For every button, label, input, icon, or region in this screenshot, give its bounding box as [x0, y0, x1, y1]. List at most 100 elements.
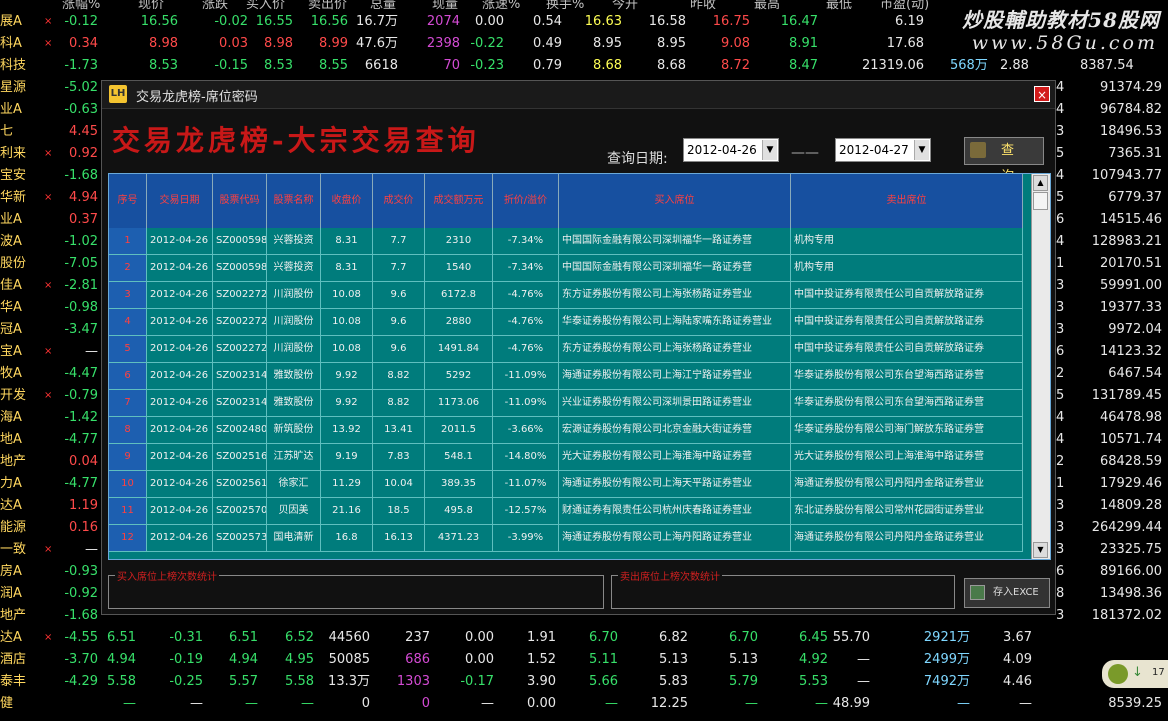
- change-pct: -0.98: [64, 300, 98, 315]
- quote-cell: 8539.25: [1108, 696, 1162, 711]
- stock-name: 星源: [0, 80, 27, 95]
- chevron-down-icon[interactable]: ▼: [762, 140, 777, 160]
- market-cap-value: 20170.51: [1099, 256, 1162, 271]
- date-from-picker[interactable]: 2012-04-26 ▼: [683, 138, 779, 162]
- change-pct: —: [85, 542, 98, 557]
- table-cell: 江苏旷达: [267, 444, 321, 471]
- table-cell: 13.92: [321, 417, 373, 444]
- stock-name: 宝A: [0, 344, 22, 359]
- chevron-down-icon[interactable]: ▼: [914, 140, 929, 160]
- suspended-marker: ×: [44, 148, 53, 159]
- change-pct: -1.02: [64, 234, 98, 249]
- quote-cell: 16.56: [310, 14, 348, 29]
- query-button[interactable]: 查 询: [964, 137, 1044, 184]
- quote-cell: 0.00: [465, 630, 494, 645]
- quote-cell: 16.63: [584, 14, 622, 29]
- table-header-cell[interactable]: 折价/溢价: [493, 174, 559, 228]
- turnover-digit: 3: [1056, 520, 1065, 535]
- market-cap-value: 131789.45: [1091, 388, 1162, 403]
- table-header-cell[interactable]: 序号: [109, 174, 147, 228]
- table-header-cell[interactable]: 成交额万元: [425, 174, 493, 228]
- quote-cell: 0.79: [533, 58, 562, 73]
- turnover-digit: 5: [1056, 388, 1065, 403]
- table-cell: 11.29: [321, 471, 373, 498]
- turnover-digit: 4: [1056, 168, 1065, 183]
- change-pct: -0.63: [64, 102, 98, 117]
- table-header-cell[interactable]: 股票代码: [213, 174, 267, 228]
- quote-cell: 2921万: [923, 630, 970, 645]
- change-pct: —: [85, 344, 98, 359]
- table-cell: 2012-04-26: [147, 525, 213, 552]
- quote-cell: 8.95: [657, 36, 686, 51]
- table-header-cell[interactable]: 卖出席位: [791, 174, 1023, 228]
- quote-cell: 16.47: [780, 14, 818, 29]
- table-cell: 2012-04-26: [147, 390, 213, 417]
- scroll-up-icon[interactable]: ▲: [1033, 175, 1048, 191]
- change-pct: 0.92: [69, 146, 98, 161]
- close-button[interactable]: ×: [1034, 86, 1050, 102]
- scroll-down-icon[interactable]: ▼: [1033, 542, 1048, 558]
- stock-name: 一致: [0, 542, 27, 557]
- scroll-thumb[interactable]: [1033, 192, 1048, 210]
- quote-cell: 1.91: [527, 630, 556, 645]
- quote-cell: 4.95: [285, 652, 314, 667]
- table-header-cell[interactable]: 股票名称: [267, 174, 321, 228]
- change-pct: 1.19: [69, 498, 98, 513]
- table-cell: 2012-04-26: [147, 228, 213, 255]
- table-cell: -7.34%: [493, 255, 559, 282]
- quote-cell: 8.55: [319, 58, 348, 73]
- quote-cell: -0.22: [470, 36, 504, 51]
- search-icon: [970, 142, 986, 158]
- stock-name: 利来: [0, 146, 27, 161]
- table-header-cell[interactable]: 收盘价: [321, 174, 373, 228]
- table-header-cell[interactable]: 买入席位: [559, 174, 791, 228]
- quote-cell: 5.79: [729, 674, 758, 689]
- quote-cell: —: [815, 696, 828, 711]
- market-cap-value: 19377.33: [1099, 300, 1162, 315]
- table-cell: 2: [109, 255, 147, 282]
- table-cell: 9.92: [321, 363, 373, 390]
- market-cap-value: 6467.54: [1108, 366, 1162, 381]
- results-table: 序号 交易日期 股票代码 股票名称 收盘价 成交价 成交额万元 折价/溢价 买入席位 卖出席位 1…: [108, 173, 1051, 560]
- table-cell: 11: [109, 498, 147, 525]
- table-header-cell[interactable]: 交易日期: [147, 174, 213, 228]
- table-cell: 财通证券有限责任公司杭州庆春路证券营业: [559, 498, 791, 525]
- turnover-digit: 6: [1056, 564, 1065, 579]
- sell-seat-stats-box: 卖出席位上榜次数统计: [611, 568, 955, 609]
- table-cell: 9.92: [321, 390, 373, 417]
- quote-cell: 0.03: [219, 36, 248, 51]
- table-cell: 海通证券股份有限公司上海丹阳路证券营业: [559, 525, 791, 552]
- table-cell: 东方证券股份有限公司上海张杨路证券营业: [559, 282, 791, 309]
- table-cell: 2012-04-26: [147, 498, 213, 525]
- quote-cell: 0.00: [527, 696, 556, 711]
- table-cell: 8: [109, 417, 147, 444]
- quote-cell: 1303: [396, 674, 430, 689]
- quote-cell: —: [123, 696, 136, 711]
- quote-cell: -0.15: [214, 58, 248, 73]
- table-cell: SZ002573: [213, 525, 267, 552]
- table-cell: 兴蓉投资: [267, 228, 321, 255]
- quote-cell: 686: [405, 652, 430, 667]
- quote-cell: —: [605, 696, 618, 711]
- vertical-scrollbar[interactable]: ▲ ▼: [1031, 174, 1050, 559]
- stock-name: 开发: [0, 388, 27, 403]
- table-cell: 5: [109, 336, 147, 363]
- block-trade-dialog: LH 交易龙虎榜-席位密码 × 交易龙虎榜-大宗交易查询 查询日期: 2012-…: [101, 80, 1056, 615]
- quote-cell: 0.00: [475, 14, 504, 29]
- change-pct: 4.94: [69, 190, 98, 205]
- export-excel-button[interactable]: 存入EXCE: [964, 578, 1050, 608]
- quote-cell: —: [857, 652, 870, 667]
- turnover-digit: 3: [1056, 278, 1065, 293]
- quote-cell: 6.19: [895, 14, 924, 29]
- market-cap-value: 6779.37: [1108, 190, 1162, 205]
- table-header-cell[interactable]: 成交价: [373, 174, 425, 228]
- table-cell: 8.82: [373, 363, 425, 390]
- table-cell: -4.76%: [493, 309, 559, 336]
- quote-cell: 6.70: [729, 630, 758, 645]
- stock-name: 达A: [0, 498, 22, 513]
- quote-cell: -0.17: [460, 674, 494, 689]
- change-pct: -1.42: [64, 410, 98, 425]
- date-to-picker[interactable]: 2012-04-27 ▼: [835, 138, 931, 162]
- download-tray[interactable]: ↓ 17: [1102, 660, 1168, 688]
- dialog-titlebar[interactable]: LH 交易龙虎榜-席位密码 ×: [102, 81, 1055, 109]
